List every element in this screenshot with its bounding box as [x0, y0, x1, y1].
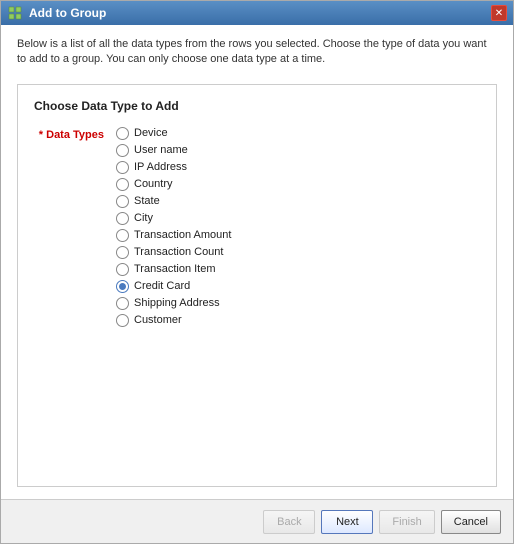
radio-item-transaction_amount[interactable]: Transaction Amount — [116, 229, 231, 242]
radio-item-transaction_item[interactable]: Transaction Item — [116, 263, 231, 276]
radio-group: Device User name IP Address Country State Cit… — [116, 127, 231, 327]
section-box: Choose Data Type to Add * Data Types Dev… — [17, 84, 497, 487]
window: Add to Group ✕ Below is a list of all th… — [0, 0, 514, 544]
radio-item-transaction_count[interactable]: Transaction Count — [116, 246, 231, 259]
section-title: Choose Data Type to Add — [34, 99, 480, 113]
radio-input-transaction_count[interactable] — [116, 246, 129, 259]
radio-label-transaction_amount: Transaction Amount — [134, 229, 231, 241]
radio-item-country[interactable]: Country — [116, 178, 231, 191]
radio-input-transaction_item[interactable] — [116, 263, 129, 276]
radio-label-shipping_address: Shipping Address — [134, 297, 220, 309]
radio-label-city: City — [134, 212, 153, 224]
close-button[interactable]: ✕ — [491, 5, 507, 21]
form-row: * Data Types Device User name IP Address Co… — [34, 127, 480, 327]
radio-input-device[interactable] — [116, 127, 129, 140]
radio-item-city[interactable]: City — [116, 212, 231, 225]
finish-button[interactable]: Finish — [379, 510, 434, 534]
radio-label-customer: Customer — [134, 314, 182, 326]
radio-item-device[interactable]: Device — [116, 127, 231, 140]
radio-item-credit_card[interactable]: Credit Card — [116, 280, 231, 293]
radio-label-ipaddress: IP Address — [134, 161, 187, 173]
radio-item-ipaddress[interactable]: IP Address — [116, 161, 231, 174]
footer: Back Next Finish Cancel — [1, 499, 513, 543]
radio-input-credit_card[interactable] — [116, 280, 129, 293]
radio-label-username: User name — [134, 144, 188, 156]
radio-item-customer[interactable]: Customer — [116, 314, 231, 327]
radio-label-credit_card: Credit Card — [134, 280, 190, 292]
radio-label-device: Device — [134, 127, 168, 139]
radio-item-shipping_address[interactable]: Shipping Address — [116, 297, 231, 310]
main-content: Below is a list of all the data types fr… — [1, 25, 513, 499]
radio-label-transaction_item: Transaction Item — [134, 263, 216, 275]
next-button[interactable]: Next — [321, 510, 373, 534]
radio-label-country: Country — [134, 178, 173, 190]
title-bar: Add to Group ✕ — [1, 1, 513, 25]
back-button[interactable]: Back — [263, 510, 315, 534]
description-text: Below is a list of all the data types fr… — [17, 37, 497, 68]
field-name-text: Data Types — [46, 129, 104, 141]
radio-item-state[interactable]: State — [116, 195, 231, 208]
radio-input-shipping_address[interactable] — [116, 297, 129, 310]
radio-input-city[interactable] — [116, 212, 129, 225]
title-bar-left: Add to Group — [7, 5, 106, 21]
radio-input-state[interactable] — [116, 195, 129, 208]
radio-input-customer[interactable] — [116, 314, 129, 327]
cancel-button[interactable]: Cancel — [441, 510, 501, 534]
radio-input-country[interactable] — [116, 178, 129, 191]
radio-input-transaction_amount[interactable] — [116, 229, 129, 242]
window-title: Add to Group — [29, 6, 106, 20]
radio-label-state: State — [134, 195, 160, 207]
field-label: * Data Types — [34, 127, 104, 141]
group-icon — [7, 5, 23, 21]
radio-input-ipaddress[interactable] — [116, 161, 129, 174]
radio-label-transaction_count: Transaction Count — [134, 246, 223, 258]
radio-item-username[interactable]: User name — [116, 144, 231, 157]
radio-input-username[interactable] — [116, 144, 129, 157]
